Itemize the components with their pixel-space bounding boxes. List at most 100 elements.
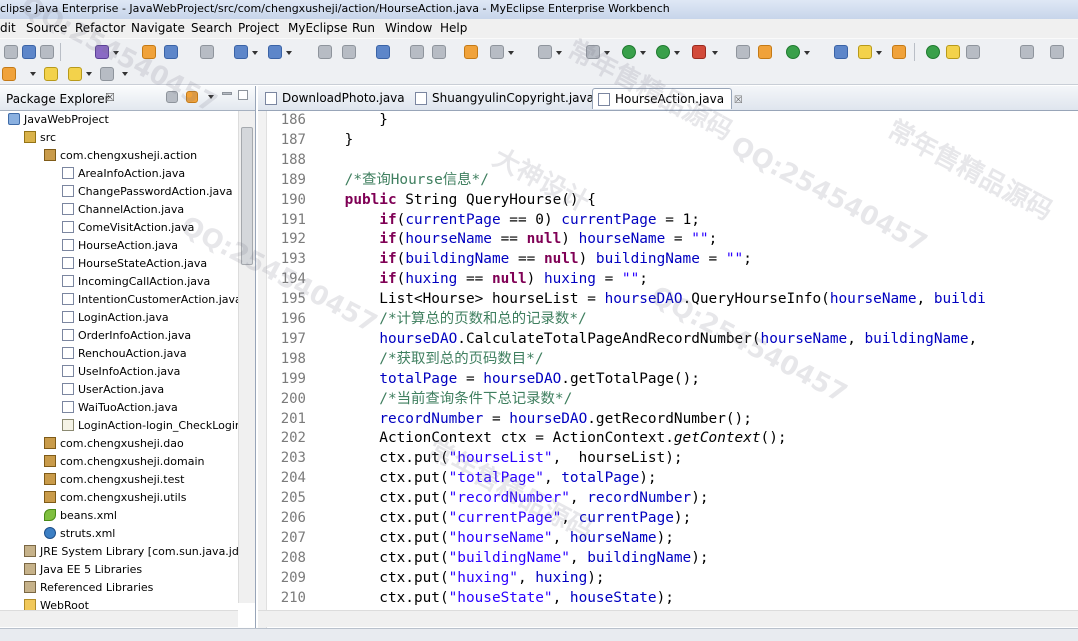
settings-icon[interactable] bbox=[490, 45, 504, 59]
menu-run[interactable]: Run bbox=[352, 21, 375, 35]
menu-navigate[interactable]: Navigate bbox=[131, 21, 185, 35]
code-line[interactable]: ctx.put("recordNumber", recordNumber); bbox=[310, 489, 1078, 509]
code-line[interactable]: if(huxing == null) huxing = ""; bbox=[310, 270, 1078, 290]
tool-icon[interactable] bbox=[410, 45, 424, 59]
code-line[interactable]: if(hourseName == null) hourseName = ""; bbox=[310, 230, 1078, 250]
code-line[interactable]: totalPage = hourseDAO.getTotalPage(); bbox=[310, 370, 1078, 390]
menu-refactor[interactable]: Refactor bbox=[75, 21, 125, 35]
chevron-down-icon[interactable] bbox=[252, 51, 258, 55]
tree-item[interactable]: ChannelAction.java bbox=[62, 201, 184, 219]
view-menu-icon[interactable] bbox=[208, 95, 214, 99]
forward-icon[interactable] bbox=[100, 67, 114, 81]
new-package-icon[interactable] bbox=[758, 45, 772, 59]
menu-source[interactable]: Source bbox=[26, 21, 67, 35]
tree-item[interactable]: Java EE 5 Libraries bbox=[24, 561, 142, 579]
explorer-vertical-scrollbar[interactable] bbox=[238, 111, 255, 603]
tree-item[interactable]: struts.xml bbox=[44, 525, 115, 543]
explorer-horizontal-scrollbar[interactable] bbox=[0, 610, 238, 627]
code-line[interactable]: } bbox=[310, 131, 1078, 151]
tree-item[interactable]: WaiTuoAction.java bbox=[62, 399, 178, 417]
tree-item[interactable]: HourseAction.java bbox=[62, 237, 178, 255]
tab-downloadphoto[interactable]: DownloadPhoto.java bbox=[260, 88, 410, 109]
tree-item[interactable]: IntentionCustomerAction.java bbox=[62, 291, 242, 309]
code-line[interactable]: ctx.put("currentPage", currentPage); bbox=[310, 509, 1078, 529]
profile-icon[interactable] bbox=[692, 45, 706, 59]
tree-item[interactable]: com.chengxusheji.test bbox=[44, 471, 184, 489]
pin-icon[interactable] bbox=[2, 67, 16, 81]
tree-item[interactable]: com.chengxusheji.utils bbox=[44, 489, 186, 507]
run-server-icon[interactable] bbox=[268, 45, 282, 59]
tree-item[interactable]: ChangePasswordAction.java bbox=[62, 183, 233, 201]
tree-item[interactable]: RenchouAction.java bbox=[62, 345, 187, 363]
code-line[interactable]: ctx.put("totalPage", totalPage); bbox=[310, 469, 1078, 489]
tree-item[interactable]: AreaInfoAction.java bbox=[62, 165, 185, 183]
tab-shuangyulin-copyright[interactable]: ShuangyulinCopyright.java bbox=[410, 88, 594, 109]
new-interface-icon[interactable] bbox=[786, 45, 800, 59]
new-wizard-icon[interactable] bbox=[95, 45, 109, 59]
editor-horizontal-scrollbar[interactable] bbox=[258, 610, 1078, 627]
external-tools-icon[interactable] bbox=[656, 45, 670, 59]
monitor-icon[interactable] bbox=[538, 45, 552, 59]
code-line[interactable]: ctx.put("hourseList", hourseList); bbox=[310, 449, 1078, 469]
code-line[interactable]: recordNumber = hourseDAO.getRecordNumber… bbox=[310, 410, 1078, 430]
chevron-down-icon[interactable] bbox=[122, 72, 128, 76]
code-line[interactable]: ctx.put("hourseName", hourseName); bbox=[310, 529, 1078, 549]
code-line[interactable]: ctx.put("houseState", houseState); bbox=[310, 589, 1078, 609]
minimize-icon[interactable] bbox=[222, 92, 232, 95]
task-icon[interactable] bbox=[926, 45, 940, 59]
print-icon[interactable] bbox=[40, 45, 54, 59]
tree-item[interactable]: com.chengxusheji.domain bbox=[44, 453, 205, 471]
tree-item[interactable]: Referenced Libraries bbox=[24, 579, 153, 597]
code-line[interactable]: /*当前查询条件下总记录数*/ bbox=[310, 390, 1078, 410]
chart-icon[interactable] bbox=[464, 45, 478, 59]
toggle-icon[interactable] bbox=[966, 45, 980, 59]
server-icon[interactable] bbox=[200, 45, 214, 59]
menu-help[interactable]: Help bbox=[440, 21, 467, 35]
tree-item[interactable]: JavaWebProject bbox=[8, 111, 109, 129]
menu-window[interactable]: Window bbox=[385, 21, 432, 35]
open-type-icon[interactable] bbox=[142, 45, 156, 59]
tree-item[interactable]: HourseStateAction.java bbox=[62, 255, 207, 273]
chevron-down-icon[interactable] bbox=[86, 72, 92, 76]
menu-search[interactable]: Search bbox=[191, 21, 232, 35]
close-icon[interactable]: ☒ bbox=[734, 95, 743, 106]
new-icon[interactable] bbox=[4, 45, 18, 59]
tree-item[interactable]: JRE System Library [com.sun.java.jdk. bbox=[24, 543, 249, 561]
menu-myeclipse[interactable]: MyEclipse bbox=[288, 21, 348, 35]
link-editor-icon[interactable] bbox=[186, 91, 198, 103]
tree-item[interactable]: UserAction.java bbox=[62, 381, 164, 399]
open-resource-icon[interactable] bbox=[164, 45, 178, 59]
code-line[interactable]: ctx.put("huxing", huxing); bbox=[310, 569, 1078, 589]
back-icon[interactable] bbox=[44, 67, 58, 81]
code-line[interactable]: /*获取到总的页码数目*/ bbox=[310, 350, 1078, 370]
chevron-down-icon[interactable] bbox=[640, 51, 646, 55]
search-icon[interactable] bbox=[834, 45, 848, 59]
browser-icon[interactable] bbox=[376, 45, 390, 59]
chevron-down-icon[interactable] bbox=[876, 51, 882, 55]
scrollbar-thumb[interactable] bbox=[241, 127, 253, 265]
collapse-all-icon[interactable] bbox=[166, 91, 178, 103]
highlight-icon[interactable] bbox=[946, 45, 960, 59]
menu-project[interactable]: Project bbox=[238, 21, 279, 35]
annotation-icon[interactable] bbox=[892, 45, 906, 59]
perspective-icon[interactable] bbox=[1020, 45, 1034, 59]
save-icon[interactable] bbox=[22, 45, 36, 59]
last-edit-icon[interactable] bbox=[68, 67, 82, 81]
tab-hourseaction[interactable]: HourseAction.java ☒ bbox=[592, 88, 743, 109]
code-line[interactable]: List<Hourse> hourseList = hourseDAO.Quer… bbox=[310, 290, 1078, 310]
pencil-icon[interactable] bbox=[858, 45, 872, 59]
database-icon[interactable] bbox=[318, 45, 332, 59]
tree-item[interactable]: UseInfoAction.java bbox=[62, 363, 180, 381]
code-line[interactable]: public String QueryHourse() { bbox=[310, 191, 1078, 211]
chevron-down-icon[interactable] bbox=[712, 51, 718, 55]
code-line[interactable]: if(buildingName == null) buildingName = … bbox=[310, 250, 1078, 270]
tree-item[interactable]: LoginAction-login_CheckLogin bbox=[62, 417, 242, 435]
chevron-down-icon[interactable] bbox=[804, 51, 810, 55]
image-icon[interactable] bbox=[342, 45, 356, 59]
chevron-down-icon[interactable] bbox=[604, 51, 610, 55]
chevron-down-icon[interactable] bbox=[286, 51, 292, 55]
close-icon[interactable]: ☒ bbox=[105, 91, 115, 104]
debug-icon[interactable] bbox=[586, 45, 600, 59]
deploy-icon[interactable] bbox=[234, 45, 248, 59]
tree-item[interactable]: src bbox=[24, 129, 56, 147]
